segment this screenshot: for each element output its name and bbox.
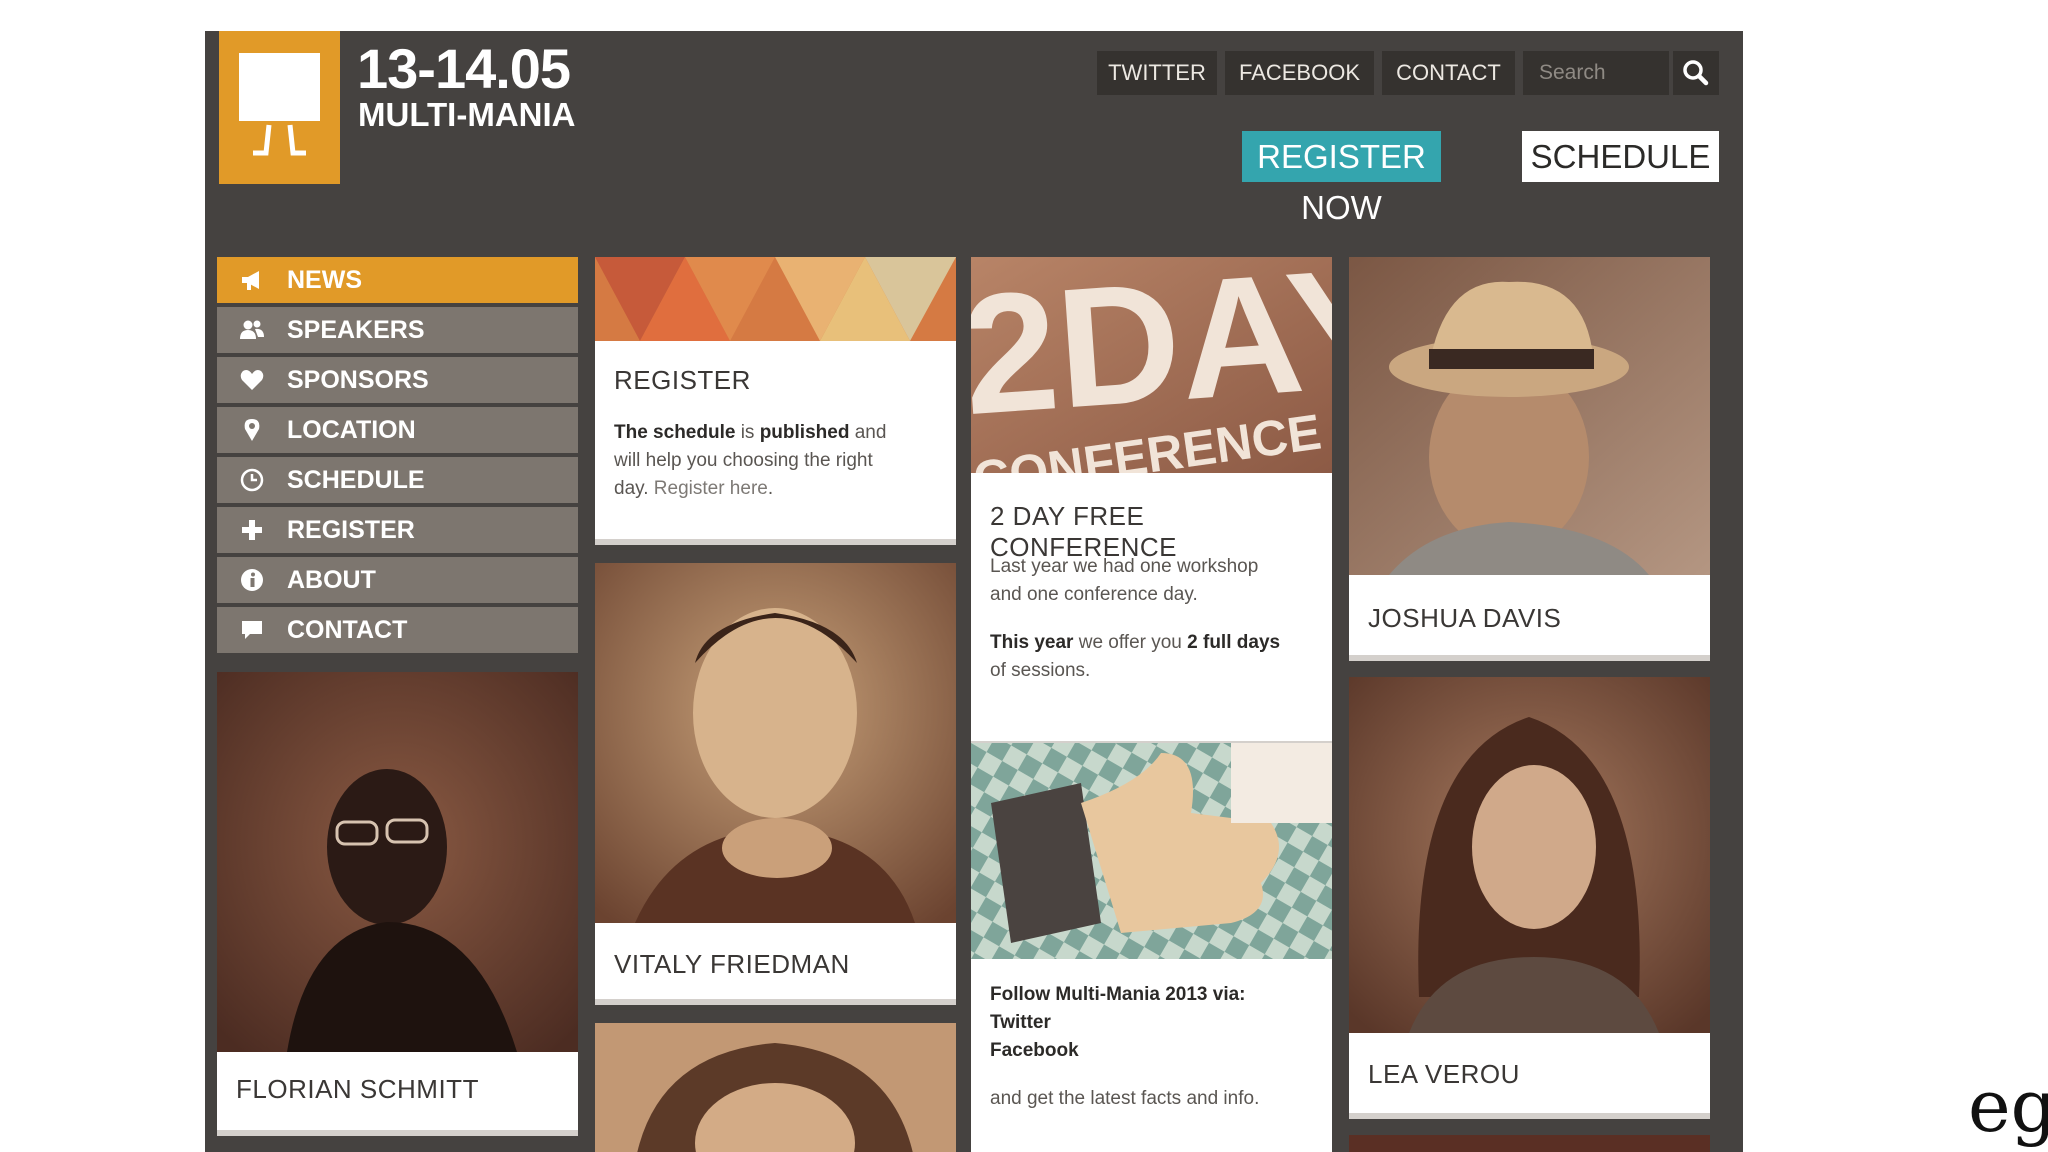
nav-item-speakers[interactable]: SPEAKERS — [217, 307, 578, 353]
speaker-photo — [1349, 257, 1710, 575]
search-input[interactable]: Search — [1523, 51, 1669, 95]
conference-banner: 2DAY CONFERENCE — [971, 257, 1332, 473]
text: of sessions. — [990, 660, 1091, 681]
register-now-button[interactable]: REGISTER NOW — [1242, 131, 1441, 226]
nav-item-register[interactable]: REGISTER — [217, 507, 578, 553]
register-tile[interactable]: REGISTER The schedule is published and w… — [595, 257, 956, 545]
nav-label: SPONSORS — [287, 366, 429, 394]
social-tile[interactable]: Follow Multi-Mania 2013 via: Twitter Fac… — [971, 743, 1332, 1152]
text: is — [735, 422, 760, 443]
speaker-tile-vitaly[interactable]: VITALY FRIEDMAN — [595, 563, 956, 1005]
speaker-name: VITALY FRIEDMAN — [614, 949, 850, 979]
social-footer: and get the latest facts and info. — [990, 1088, 1260, 1109]
logo-screen-shape — [239, 53, 320, 121]
nav-item-news[interactable]: NEWS — [217, 257, 578, 303]
register-text: The schedule is published and will help … — [614, 419, 944, 503]
search-button[interactable] — [1673, 51, 1719, 95]
nav-label: SPEAKERS — [287, 316, 425, 344]
bold-text: published — [759, 422, 850, 443]
speaker-photo — [595, 1023, 956, 1152]
tile-shadow — [595, 999, 956, 1005]
twitter-text-link[interactable]: Twitter — [990, 1012, 1051, 1033]
speaker-photo — [1349, 677, 1710, 1033]
text: Last year we had one workshop — [990, 556, 1259, 577]
speaker-photo — [217, 672, 578, 1052]
register-here-link[interactable]: Register here — [654, 478, 768, 499]
plus-icon — [242, 520, 262, 540]
facebook-text-link[interactable]: Facebook — [990, 1040, 1079, 1061]
speaker-name: LEA VEROU — [1368, 1059, 1520, 1089]
nav-label: CONTACT — [287, 616, 408, 644]
conference-tile[interactable]: 2DAY CONFERENCE 2 DAY FREE CONFERENCE La… — [971, 257, 1332, 747]
info-icon — [241, 569, 263, 591]
speaker-tile-florian[interactable]: FLORIAN SCHMITT — [217, 672, 578, 1136]
tile-title: REGISTER — [614, 365, 751, 395]
people-icon — [240, 320, 264, 339]
text: we offer you — [1073, 632, 1188, 653]
nav-item-about[interactable]: ABOUT — [217, 557, 578, 603]
thumbs-up-illustration — [971, 743, 1332, 959]
bold-text: The schedule — [614, 422, 736, 443]
bold-text: This year — [990, 632, 1074, 653]
speaker-tile-joshua[interactable]: JOSHUA DAVIS — [1349, 257, 1710, 661]
nav-label: REGISTER — [287, 516, 415, 544]
conference-text: Last year we had one workshop and one co… — [990, 553, 1320, 609]
logo[interactable] — [219, 31, 340, 184]
bold-text: 2 full days — [1187, 632, 1281, 653]
tile-shadow — [595, 539, 956, 545]
speaker-tile-partial[interactable] — [1349, 1135, 1710, 1152]
text: and — [849, 422, 887, 443]
speaker-tile-lea[interactable]: LEA VEROU — [1349, 677, 1710, 1119]
speaker-name: FLORIAN SCHMITT — [236, 1074, 479, 1104]
text: day. — [614, 478, 654, 499]
conference-text-2: This year we offer you 2 full days of se… — [990, 629, 1320, 685]
tile-shadow — [1349, 655, 1710, 661]
heart-icon — [240, 370, 264, 390]
clock-icon — [240, 468, 264, 492]
logo-legs-icon — [253, 124, 306, 156]
bold-text: Follow Multi-Mania 2013 via: — [990, 984, 1246, 1005]
speaker-name: JOSHUA DAVIS — [1368, 603, 1562, 633]
speaker-photo — [595, 563, 956, 923]
tile-shadow — [1349, 1113, 1710, 1119]
text: . — [767, 478, 774, 499]
speech-bubble-icon — [242, 621, 262, 639]
megaphone-icon — [242, 271, 259, 290]
nav-item-schedule[interactable]: SCHEDULE — [217, 457, 578, 503]
watermark-logo: eg — [1968, 1064, 2048, 1148]
nav-item-sponsors[interactable]: SPONSORS — [217, 357, 578, 403]
social-text: Follow Multi-Mania 2013 via: Twitter Fac… — [990, 981, 1320, 1065]
twitter-link[interactable]: TWITTER — [1097, 51, 1217, 95]
schedule-button[interactable]: SCHEDULE — [1522, 131, 1719, 182]
geometric-banner — [595, 257, 956, 341]
tile-shadow — [217, 1130, 578, 1136]
nav-label: SCHEDULE — [287, 466, 425, 494]
nav-label: NEWS — [287, 266, 362, 294]
nav-label: LOCATION — [287, 416, 416, 444]
logo-name: MULTI-MANIA — [358, 96, 576, 133]
speaker-tile-partial[interactable] — [595, 1023, 956, 1152]
logo-date: 13-14.05 — [357, 37, 571, 100]
text: and one conference day. — [990, 584, 1198, 605]
search-placeholder: Search — [1539, 61, 1606, 84]
facebook-link[interactable]: FACEBOOK — [1225, 51, 1374, 95]
contact-link[interactable]: CONTACT — [1382, 51, 1515, 95]
nav-label: ABOUT — [287, 566, 376, 594]
site-frame: 13-14.05 MULTI-MANIA TWITTER FACEBOOK CO… — [205, 31, 1743, 1152]
nav-item-location[interactable]: LOCATION — [217, 407, 578, 453]
pin-icon — [244, 419, 260, 441]
text: will help you choosing the right — [614, 450, 873, 471]
search-icon — [1683, 60, 1709, 86]
nav-item-contact[interactable]: CONTACT — [217, 607, 578, 653]
